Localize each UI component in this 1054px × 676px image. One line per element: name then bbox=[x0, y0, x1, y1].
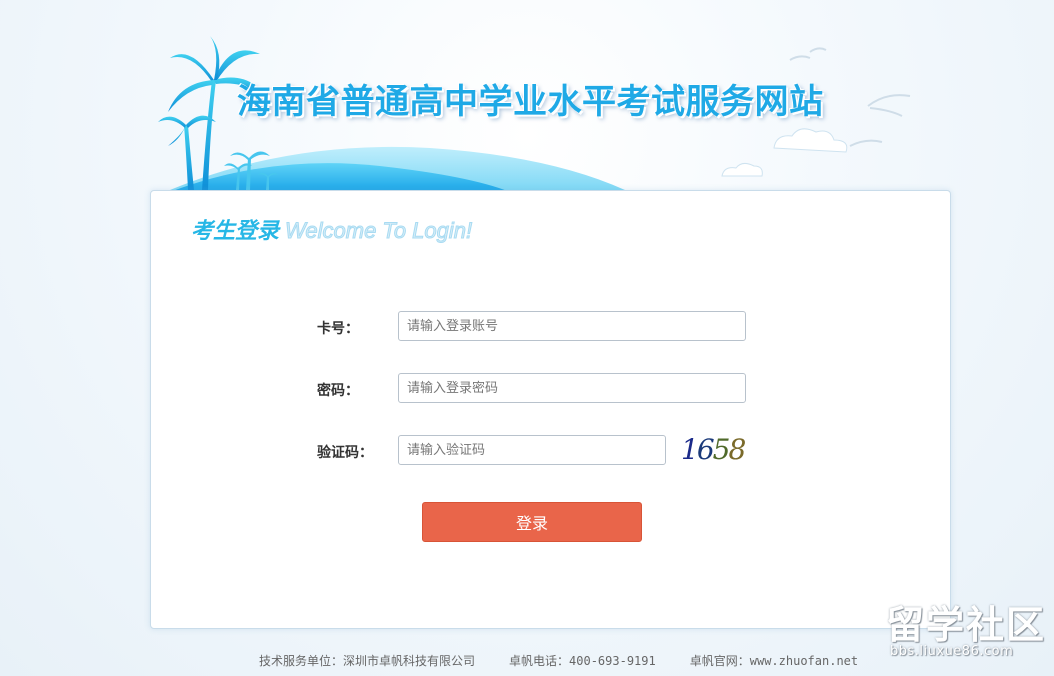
card-number-input[interactable] bbox=[398, 311, 746, 341]
footer: 技术服务单位：深圳市卓帆科技有限公司 卓帆电话：400-693-9191 卓帆官网：… bbox=[259, 652, 892, 669]
login-subtitle: Welcome To Login! bbox=[285, 218, 473, 244]
password-label: 密码： bbox=[317, 383, 359, 399]
captcha-digit: 6 bbox=[696, 433, 715, 466]
login-panel: 考生登录Welcome To Login! 卡号： 密码： 验证码： 1658 … bbox=[150, 190, 951, 629]
watermark: 留学社区 bbs.liuxue86.com bbox=[886, 604, 1046, 659]
captcha-label: 验证码： bbox=[317, 445, 373, 461]
captcha-digit: 8 bbox=[728, 433, 746, 466]
footer-phone-group: 卓帆电话：400-693-9191 bbox=[509, 654, 656, 668]
footer-phone: 400-693-9191 bbox=[569, 654, 656, 668]
footer-site-label: 卓帆官网： bbox=[689, 654, 750, 668]
footer-phone-label: 卓帆电话： bbox=[509, 654, 570, 668]
login-title: 考生登录 bbox=[191, 219, 280, 244]
watermark-title: 留学社区 bbox=[886, 603, 1047, 647]
captcha-image[interactable]: 1658 bbox=[681, 433, 746, 466]
captcha-digit: 5 bbox=[712, 433, 731, 466]
password-input[interactable] bbox=[398, 373, 746, 403]
login-panel-title: 考生登录 Welcome To Login! bbox=[191, 213, 473, 245]
captcha-row: 验证码： 1658 bbox=[151, 433, 950, 467]
captcha-digit: 1 bbox=[681, 433, 699, 466]
footer-tech-provider: 技术服务单位：深圳市卓帆科技有限公司 bbox=[259, 654, 476, 668]
password-row: 密码： bbox=[151, 373, 950, 405]
login-button[interactable]: 登录 bbox=[422, 502, 642, 542]
card-number-label: 卡号： bbox=[317, 321, 359, 337]
footer-site-group: 卓帆官网：www.zhuofan.net bbox=[690, 654, 858, 668]
card-number-row: 卡号： bbox=[151, 311, 950, 343]
captcha-input[interactable] bbox=[398, 435, 666, 465]
site-title: 海南省普通高中学业水平考试服务网站 bbox=[237, 82, 824, 122]
footer-site-link[interactable]: www.zhuofan.net bbox=[750, 654, 858, 668]
